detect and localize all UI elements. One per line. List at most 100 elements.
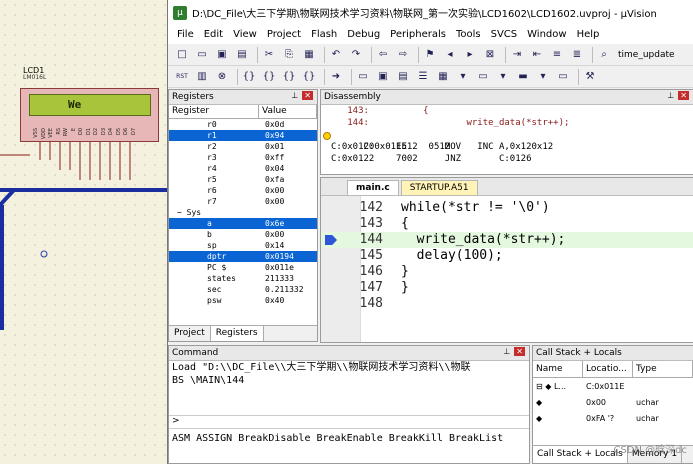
menu-flash[interactable]: Flash bbox=[306, 29, 342, 40]
register-row[interactable]: PC $ 0x011e bbox=[169, 262, 317, 273]
serial-window-icon[interactable]: ▾ bbox=[495, 69, 511, 85]
step-into-icon[interactable]: {} bbox=[241, 69, 257, 85]
menu-edit[interactable]: Edit bbox=[199, 29, 228, 40]
register-row[interactable]: b 0x00 bbox=[169, 229, 317, 240]
pin-icon[interactable]: ⊥ bbox=[291, 91, 298, 100]
stop-icon[interactable]: ⊗ bbox=[214, 69, 230, 85]
register-row[interactable]: dptr 0x0194 bbox=[169, 251, 317, 262]
call-stack-window-icon[interactable]: ▦ bbox=[435, 69, 451, 85]
step-out-icon[interactable]: {} bbox=[281, 69, 297, 85]
register-value[interactable]: 0x00 bbox=[262, 196, 317, 207]
code-line[interactable]: 143 { bbox=[321, 216, 693, 232]
name-column-header[interactable]: Name bbox=[533, 361, 583, 377]
register-value[interactable]: 0x40 bbox=[262, 295, 317, 306]
register-row[interactable]: r5 0xfa bbox=[169, 174, 317, 185]
close-icon[interactable]: ✕ bbox=[514, 347, 525, 356]
menu-project[interactable]: Project bbox=[262, 29, 306, 40]
register-row[interactable]: r1 0x94 bbox=[169, 130, 317, 141]
disassembly-instruction[interactable]: C:0x0122 7002 JNZ C:0126 bbox=[321, 153, 693, 165]
target-function-label[interactable]: time_update bbox=[618, 50, 675, 60]
register-value[interactable]: 0x01 bbox=[262, 141, 317, 152]
code-line[interactable]: 142 while(*str != '\0') bbox=[321, 200, 693, 216]
register-row[interactable]: sp 0x14 bbox=[169, 240, 317, 251]
run-icon[interactable]: ▥ bbox=[194, 69, 210, 85]
disassembly-source-line[interactable]: 144: write_data(*str++); bbox=[321, 117, 693, 129]
unindent-icon[interactable]: ⇤ bbox=[529, 47, 545, 63]
close-icon[interactable]: ✕ bbox=[302, 91, 313, 100]
menu-svcs[interactable]: SVCS bbox=[486, 29, 523, 40]
register-row[interactable]: psw 0x40 bbox=[169, 295, 317, 306]
menu-debug[interactable]: Debug bbox=[342, 29, 385, 40]
memory-window-icon[interactable]: ▭ bbox=[475, 69, 491, 85]
next-bookmark-icon[interactable]: ▸ bbox=[462, 47, 478, 63]
code-line[interactable]: 148 bbox=[321, 296, 693, 312]
register-row[interactable]: r2 0x01 bbox=[169, 141, 317, 152]
copy-icon[interactable]: ⎘ bbox=[281, 47, 297, 63]
register-value[interactable]: 0xfa bbox=[262, 174, 317, 185]
register-value[interactable]: 0x14 bbox=[262, 240, 317, 251]
tab-project[interactable]: Project bbox=[169, 326, 211, 341]
indent-icon[interactable]: ⇥ bbox=[509, 47, 525, 63]
register-column-header[interactable]: Register bbox=[169, 105, 259, 118]
save-all-icon[interactable]: ▤ bbox=[234, 47, 250, 63]
register-row[interactable]: r4 0x04 bbox=[169, 163, 317, 174]
register-value[interactable]: 0xff bbox=[262, 152, 317, 163]
register-value[interactable]: 0x0d bbox=[262, 119, 317, 130]
symbols-window-icon[interactable]: ▤ bbox=[395, 69, 411, 85]
register-row[interactable]: a 0x6e bbox=[169, 218, 317, 229]
menu-window[interactable]: Window bbox=[522, 29, 571, 40]
register-row[interactable]: r6 0x00 bbox=[169, 185, 317, 196]
call-stack-row[interactable]: ◆ 0x00 uchar bbox=[533, 394, 693, 410]
menu-tools[interactable]: Tools bbox=[451, 29, 486, 40]
register-value[interactable]: 0x6e bbox=[262, 218, 317, 229]
disassembly-current-instruction[interactable]: C:0x011E 0512 INC 0x12 bbox=[321, 129, 693, 152]
menu-file[interactable]: File bbox=[172, 29, 199, 40]
clear-bookmarks-icon[interactable]: ⊠ bbox=[482, 47, 498, 63]
register-value[interactable]: 0.211332 bbox=[262, 284, 317, 295]
menu-help[interactable]: Help bbox=[572, 29, 605, 40]
registers-window-icon[interactable]: ☰ bbox=[415, 69, 431, 85]
open-file-icon[interactable]: ▭ bbox=[194, 47, 210, 63]
register-row[interactable]: sec 0.211332 bbox=[169, 284, 317, 295]
register-row[interactable]: − Sys bbox=[169, 207, 317, 218]
register-row[interactable]: r3 0xff bbox=[169, 152, 317, 163]
register-row[interactable]: r7 0x00 bbox=[169, 196, 317, 207]
step-over-icon[interactable]: {} bbox=[261, 69, 277, 85]
menu-view[interactable]: View bbox=[228, 29, 262, 40]
location-column-header[interactable]: Locatio... bbox=[583, 361, 633, 377]
register-row[interactable]: states 211333 bbox=[169, 273, 317, 284]
call-stack-row[interactable]: ⊟ ◆ L... C:0x011E bbox=[533, 378, 693, 394]
nav-forward-icon[interactable]: ⇨ bbox=[395, 47, 411, 63]
find-in-files-icon[interactable]: ⌕ bbox=[596, 47, 612, 63]
register-value[interactable]: 211333 bbox=[262, 273, 317, 284]
paste-icon[interactable]: ▦ bbox=[301, 47, 317, 63]
cut-icon[interactable]: ✂ bbox=[261, 47, 277, 63]
register-value[interactable]: 0x94 bbox=[262, 130, 317, 141]
analysis-window-icon[interactable]: ▬ bbox=[515, 69, 531, 85]
watch-window-icon[interactable]: ▾ bbox=[455, 69, 471, 85]
new-file-icon[interactable]: □ bbox=[174, 47, 190, 63]
disassembly-window-icon[interactable]: ▣ bbox=[375, 69, 391, 85]
register-value[interactable]: 0x00 bbox=[262, 185, 317, 196]
tab-startup-a51[interactable]: STARTUP.A51 bbox=[400, 180, 478, 195]
tab-main-c[interactable]: main.c bbox=[347, 180, 399, 195]
show-next-statement-icon[interactable]: ➜ bbox=[328, 69, 344, 85]
register-value[interactable]: 0x0194 bbox=[262, 251, 317, 262]
prev-bookmark-icon[interactable]: ◂ bbox=[442, 47, 458, 63]
uncomment-icon[interactable]: ≣ bbox=[569, 47, 585, 63]
trace-window-icon[interactable]: ▾ bbox=[535, 69, 551, 85]
register-value[interactable] bbox=[262, 207, 317, 218]
run-to-cursor-icon[interactable]: {} bbox=[301, 69, 317, 85]
bookmark-icon[interactable]: ⚑ bbox=[422, 47, 438, 63]
command-window-icon[interactable]: ▭ bbox=[355, 69, 371, 85]
register-value[interactable]: 0x011e bbox=[262, 262, 317, 273]
current-code-line[interactable]: 144 write_data(*str++); bbox=[321, 232, 693, 248]
code-line[interactable]: 146} bbox=[321, 264, 693, 280]
command-input[interactable]: > bbox=[169, 415, 529, 429]
comment-icon[interactable]: ≡ bbox=[549, 47, 565, 63]
value-column-header[interactable]: Value bbox=[259, 105, 317, 118]
register-row[interactable]: r0 0x0d bbox=[169, 119, 317, 130]
pin-icon[interactable]: ⊥ bbox=[667, 91, 674, 100]
undo-icon[interactable]: ↶ bbox=[328, 47, 344, 63]
save-icon[interactable]: ▣ bbox=[214, 47, 230, 63]
